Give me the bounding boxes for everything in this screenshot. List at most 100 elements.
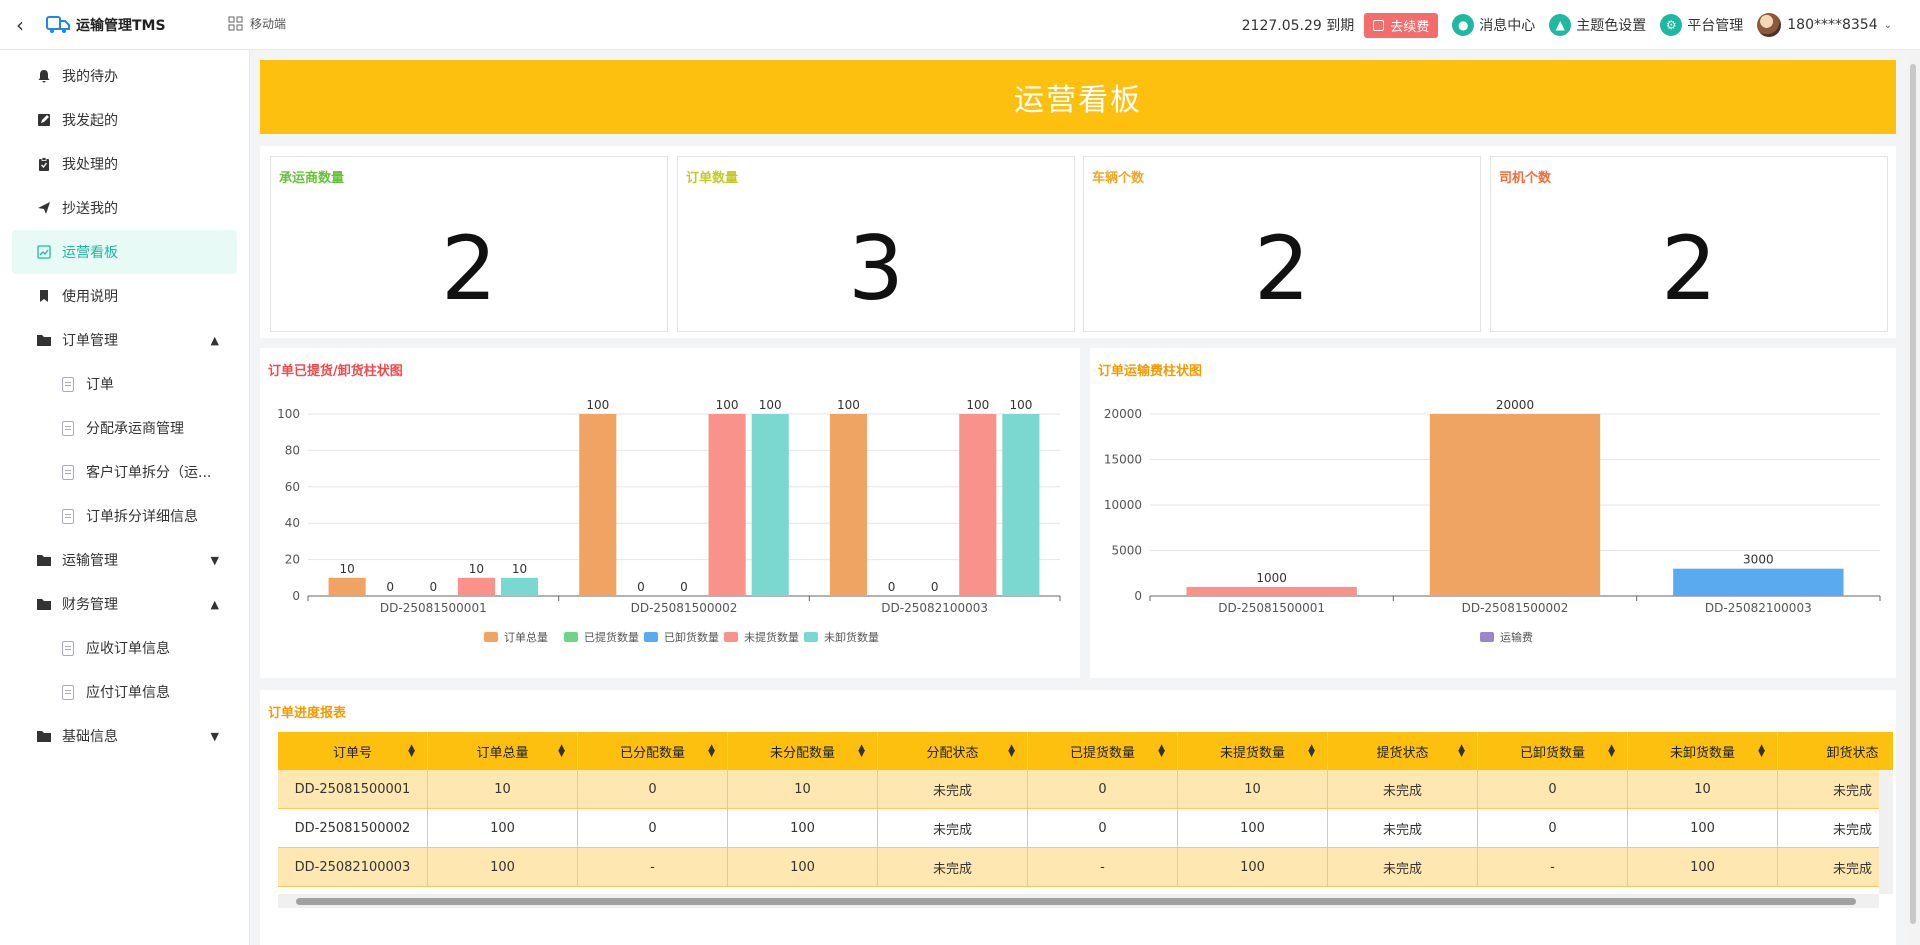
- mobile-link[interactable]: 移动端: [228, 15, 286, 32]
- y-tick-label: 60: [285, 480, 300, 494]
- table-cell: 0: [1478, 809, 1628, 848]
- sidebar-item-dashboard[interactable]: 运营看板: [12, 230, 237, 274]
- stat-card-carriers: 承运商数量 2: [270, 156, 668, 332]
- sidebar-item-handled[interactable]: 我处理的: [0, 142, 249, 186]
- table-cell: 未完成: [1778, 809, 1893, 848]
- y-tick-label: 15000: [1104, 453, 1142, 467]
- legend-label: 已卸货数量: [664, 630, 719, 644]
- truck-logo-icon: [46, 15, 70, 33]
- x-tick-label: DD-25081500002: [631, 601, 738, 615]
- bar: [1429, 414, 1601, 596]
- sidebar-item-receivable[interactable]: 应收订单信息: [0, 626, 249, 670]
- column-header[interactable]: 卸货状态▲▼: [1778, 732, 1893, 770]
- sort-icon[interactable]: ▲ ▼: [858, 744, 865, 759]
- table-cell: 10: [1628, 770, 1778, 809]
- column-header[interactable]: 已提货数量 ▲ ▼: [1028, 732, 1178, 770]
- document-icon: [62, 420, 74, 436]
- renew-button[interactable]: 去续费: [1364, 12, 1439, 38]
- column-header[interactable]: 分配状态 ▲ ▼: [878, 732, 1028, 770]
- sidebar-item-split-detail[interactable]: 订单拆分详细信息: [0, 494, 249, 538]
- renew-icon: [1373, 19, 1385, 31]
- data-label: 1000: [1256, 571, 1287, 585]
- column-header-label: 提货状态: [1376, 745, 1429, 761]
- column-header-label: 已分配数量: [619, 745, 685, 761]
- document-icon: [62, 508, 74, 524]
- table-cell: 未完成: [1328, 848, 1478, 887]
- message-center[interactable]: ● 消息中心: [1452, 14, 1535, 36]
- data-label: 0: [386, 580, 394, 594]
- column-header[interactable]: 订单总量 ▲ ▼: [428, 732, 578, 770]
- sort-icon[interactable]: ▲ ▼: [408, 744, 415, 759]
- folder-icon: [36, 728, 52, 744]
- table-row[interactable]: DD-25081500001 10 0 10 未完成 0 10 未完成 0 10 未完成: [278, 770, 1893, 809]
- column-header-label: 订单号: [332, 745, 372, 761]
- stat-value: 2: [1661, 217, 1717, 320]
- platform-management[interactable]: ⚙ 平台管理: [1660, 14, 1743, 36]
- table-cell: 0: [1028, 809, 1178, 848]
- document-icon: [62, 640, 74, 656]
- sort-icon[interactable]: ▲ ▼: [558, 744, 565, 759]
- table-cell: 0: [578, 770, 728, 809]
- bar: [1002, 414, 1040, 596]
- back-arrow-icon[interactable]: ‹: [16, 13, 36, 37]
- table-cell: 100: [1178, 848, 1328, 887]
- sort-icon[interactable]: ▲ ▼: [1758, 744, 1765, 759]
- scroll-thumb[interactable]: [296, 898, 1856, 905]
- table-row[interactable]: DD-25081500002 100 0 100 未完成 0 100 未完成 0 100 未完成: [278, 809, 1893, 848]
- bell-icon: ●: [1452, 14, 1475, 36]
- column-header[interactable]: 提货状态 ▲ ▼: [1328, 732, 1478, 770]
- user-menu[interactable]: 180****8354 ⌄: [1757, 13, 1892, 37]
- order-progress-table: 订单号 ▲ ▼ 订单总量 ▲ ▼ 已分配数量 ▲ ▼ 未分配数量 ▲ ▼ 分配状态 ▲ ▼ 已提货数量 ▲ ▼ 未提…: [278, 732, 1893, 910]
- data-label: 0: [888, 580, 896, 594]
- sidebar-item-initiated[interactable]: 我发起的: [0, 98, 249, 142]
- clipboard-icon: [36, 156, 52, 172]
- column-header[interactable]: 未提货数量 ▲ ▼: [1178, 732, 1328, 770]
- sort-icon[interactable]: ▲ ▼: [1158, 744, 1165, 759]
- table-body: DD-25081500001 10 0 10 未完成 0 10 未完成 0 10 未完成 DD-250…: [278, 770, 1893, 887]
- table-header: 订单号 ▲ ▼ 订单总量 ▲ ▼ 已分配数量 ▲ ▼ 未分配数量 ▲ ▼ 分配状态 ▲ ▼ 已提货数量 ▲ ▼ 未提…: [278, 732, 1893, 770]
- sort-icon[interactable]: ▲ ▼: [708, 744, 715, 759]
- sidebar-item-payable[interactable]: 应付订单信息: [0, 670, 249, 714]
- sidebar-item-order-split[interactable]: 客户订单拆分（运...: [0, 450, 249, 494]
- sidebar-item-order[interactable]: 订单: [0, 362, 249, 406]
- sidebar-item-finance-management[interactable]: 财务管理 ▲: [0, 582, 249, 626]
- data-label: 20000: [1496, 398, 1534, 412]
- table-cell: 10: [1178, 770, 1328, 809]
- table-cell: 100: [1178, 809, 1328, 848]
- x-tick-label: DD-25082100003: [1705, 601, 1812, 615]
- stat-label: 车辆个数: [1092, 171, 1145, 186]
- sort-icon[interactable]: ▲ ▼: [1308, 744, 1315, 759]
- table-cell: -: [578, 848, 728, 887]
- column-header[interactable]: 已分配数量 ▲ ▼: [578, 732, 728, 770]
- stat-card-vehicles: 车辆个数 2: [1083, 156, 1481, 332]
- table-title: 订单进度报表: [268, 706, 347, 721]
- column-header[interactable]: 订单号 ▲ ▼: [278, 732, 428, 770]
- sidebar-item-todo[interactable]: 我的待办: [0, 54, 249, 98]
- column-header[interactable]: 未分配数量 ▲ ▼: [728, 732, 878, 770]
- table-cell: DD-25081500002: [278, 809, 428, 848]
- sidebar-item-order-management[interactable]: 订单管理 ▲: [0, 318, 249, 362]
- data-label: 10: [339, 562, 354, 576]
- table-row[interactable]: DD-25082100003 100-100 未完成 -100 未完成 -100 未完成: [278, 848, 1893, 887]
- table-horizontal-scrollbar[interactable]: [278, 894, 1879, 908]
- sidebar-item-cc[interactable]: 抄送我的: [0, 186, 249, 230]
- sort-icon[interactable]: ▲ ▼: [1008, 744, 1015, 759]
- freight-bar-chart: 0 5000 10000 15000 20000 DD-25081500001 DD-250…: [1104, 398, 1881, 644]
- table-cell: 100: [728, 809, 878, 848]
- column-header[interactable]: 未卸货数量 ▲ ▼: [1628, 732, 1778, 770]
- theme-settings[interactable]: ▲ 主题色设置: [1549, 14, 1646, 36]
- table-vertical-scrollbar[interactable]: [1879, 770, 1893, 894]
- sidebar-item-transport-management[interactable]: 运输管理 ▼: [0, 538, 249, 582]
- sort-icon[interactable]: ▲ ▼: [1458, 744, 1465, 759]
- y-tick-label: 40: [285, 516, 300, 530]
- bar: [1673, 568, 1844, 596]
- column-header[interactable]: 已卸货数量 ▲ ▼: [1478, 732, 1628, 770]
- scroll-thumb[interactable]: [1910, 64, 1916, 924]
- page-scrollbar[interactable]: [1906, 50, 1920, 945]
- sort-icon[interactable]: ▲ ▼: [1608, 744, 1615, 759]
- sidebar-item-manual[interactable]: 使用说明: [0, 274, 249, 318]
- sidebar-item-basic-info[interactable]: 基础信息 ▼: [0, 714, 249, 758]
- sidebar-item-carrier-assign[interactable]: 分配承运商管理: [0, 406, 249, 450]
- table-cell: 10: [728, 770, 878, 809]
- chevron-up-icon: ▲: [210, 333, 219, 347]
